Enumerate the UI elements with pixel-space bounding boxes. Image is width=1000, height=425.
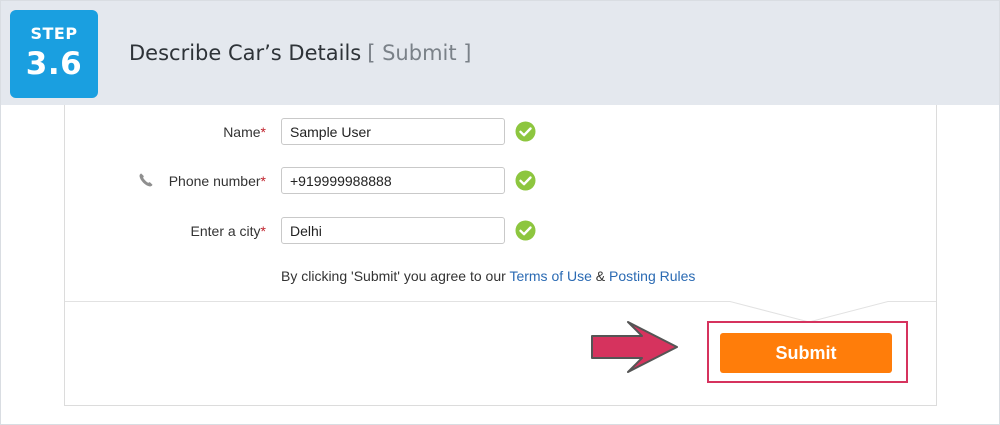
terms-of-use-link[interactable]: Terms of Use [509, 268, 591, 284]
name-row: Name* [0, 118, 1000, 146]
agreement-ampersand: & [595, 268, 606, 284]
required-mark: * [260, 173, 266, 189]
phone-icon [139, 173, 153, 187]
submit-button[interactable]: Submit [720, 333, 892, 373]
arrow-right-icon [591, 321, 678, 373]
required-mark: * [260, 223, 266, 239]
step-header: STEP 3.6 Describe Car’s Details[ Submit … [1, 1, 999, 105]
phone-label: Phone number* [169, 173, 266, 189]
phone-row: Phone number* [0, 167, 1000, 195]
step-number: 3.6 [25, 46, 83, 82]
posting-rules-link[interactable]: Posting Rules [609, 268, 695, 284]
step-badge: STEP 3.6 [10, 10, 98, 98]
city-label-text: Enter a city [190, 223, 261, 239]
page-subtitle: [ Submit ] [367, 41, 472, 65]
check-circle-icon [515, 121, 536, 142]
agreement-prefix: By clicking 'Submit' you agree to our [281, 268, 506, 284]
check-circle-icon [515, 220, 536, 241]
agreement-text: By clicking 'Submit' you agree to our Te… [281, 268, 695, 284]
required-mark: * [260, 124, 266, 140]
phone-input[interactable] [281, 167, 505, 194]
phone-label-text: Phone number [168, 173, 261, 189]
page-title-text: Describe Car’s Details [129, 41, 362, 65]
name-label: Name* [223, 124, 266, 140]
divider-notch [728, 297, 890, 323]
name-label-text: Name [223, 124, 261, 140]
city-label: Enter a city* [191, 223, 266, 239]
page-title: Describe Car’s Details[ Submit ] [129, 41, 471, 65]
city-input[interactable] [281, 217, 505, 244]
check-circle-icon [515, 170, 536, 191]
step-word: STEP [30, 24, 78, 43]
name-input[interactable] [281, 118, 505, 145]
city-row: Enter a city* [0, 217, 1000, 245]
